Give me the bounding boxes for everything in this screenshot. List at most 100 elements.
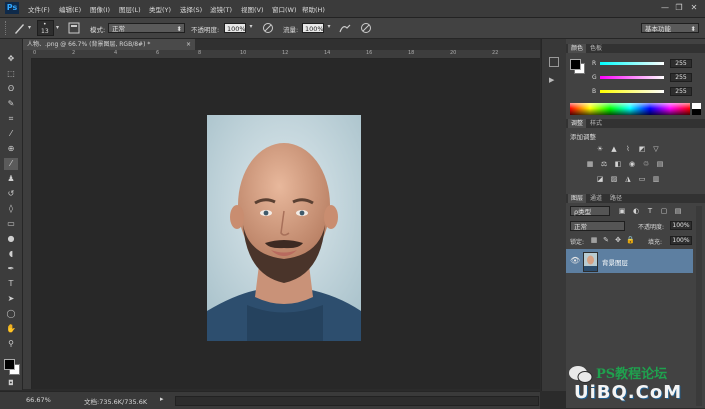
crop-tool-icon[interactable]: ⌗ xyxy=(4,113,18,125)
mode-select[interactable]: 正常 ⬍ xyxy=(108,23,185,33)
close-tab-icon[interactable]: × xyxy=(186,39,191,50)
black-white-icon[interactable]: ◧ xyxy=(614,160,622,168)
threshold-icon[interactable]: ◮ xyxy=(624,175,632,183)
channel-r-value[interactable]: 255 xyxy=(670,59,692,68)
photo-filter-icon[interactable]: ◉ xyxy=(628,160,636,168)
menu-help[interactable]: 帮助(H) xyxy=(302,4,325,14)
fill-value[interactable]: 100% xyxy=(670,236,692,245)
tab-layers[interactable]: 图层 xyxy=(568,194,587,203)
selective-color-icon[interactable]: ▥ xyxy=(652,175,660,183)
invert-icon[interactable]: ◪ xyxy=(596,175,604,183)
channel-r-slider[interactable] xyxy=(600,62,664,65)
close-window-button[interactable]: ✕ xyxy=(689,3,699,12)
exposure-icon[interactable]: ◩ xyxy=(638,145,646,153)
tab-styles[interactable]: 样式 xyxy=(590,119,602,128)
chevron-down-icon[interactable]: ▾ xyxy=(56,24,59,31)
tab-swatches[interactable]: 色板 xyxy=(590,44,602,53)
menu-view[interactable]: 视图(V) xyxy=(241,4,264,14)
ellipse-tool-icon[interactable]: ◯ xyxy=(4,308,18,320)
gradient-map-icon[interactable]: ▭ xyxy=(638,175,646,183)
tab-channels[interactable]: 通道 xyxy=(590,194,602,203)
lasso-tool-icon[interactable]: ʘ xyxy=(4,83,18,95)
tab-color[interactable]: 颜色 xyxy=(568,44,587,53)
posterize-icon[interactable]: ▨ xyxy=(610,175,618,183)
lock-position-icon[interactable]: ✥ xyxy=(614,236,622,244)
menu-file[interactable]: 文件(F) xyxy=(28,4,50,14)
channel-b-value[interactable]: 255 xyxy=(670,87,692,96)
layer-name[interactable]: 背景图层 xyxy=(602,257,628,267)
path-select-tool-icon[interactable]: ➤ xyxy=(4,293,18,305)
chevron-down-icon[interactable]: ▾ xyxy=(325,23,333,30)
gradient-tool-icon[interactable]: ▭ xyxy=(4,218,18,230)
channel-g-slider[interactable] xyxy=(600,76,664,79)
filter-shape-icon[interactable]: ▢ xyxy=(660,207,668,215)
channel-b-slider[interactable] xyxy=(600,90,664,93)
eyedropper-tool-icon[interactable]: ⁄ xyxy=(4,128,18,140)
tab-adjustments[interactable]: 调整 xyxy=(568,119,587,128)
brush-preset-picker[interactable]: • 13 xyxy=(37,20,54,36)
menu-layer[interactable]: 图层(L) xyxy=(119,4,141,14)
hand-tool-icon[interactable]: ✋ xyxy=(4,323,18,335)
channel-mixer-icon[interactable]: ♲ xyxy=(642,160,650,168)
eye-icon[interactable]: 👁 xyxy=(570,256,580,265)
restore-button[interactable]: ❐ xyxy=(674,3,684,12)
clone-stamp-tool-icon[interactable]: ♟ xyxy=(4,173,18,185)
brush-panel-icon[interactable] xyxy=(68,22,80,34)
pressure-size-icon[interactable] xyxy=(360,22,372,34)
flow-field[interactable]: 100% xyxy=(302,23,324,33)
actions-panel-icon[interactable]: ▶ xyxy=(549,75,559,85)
chevron-down-icon[interactable]: ▾ xyxy=(28,24,31,31)
chevron-down-icon[interactable]: ▾ xyxy=(247,23,255,30)
foreground-color-swatch[interactable] xyxy=(4,359,15,370)
spectrum-black-swatch[interactable] xyxy=(692,109,701,115)
horizontal-scrollbar[interactable] xyxy=(175,396,539,406)
filter-smart-object-icon[interactable]: ▤ xyxy=(674,207,682,215)
history-panel-icon[interactable] xyxy=(549,57,559,67)
workspace-select[interactable]: 基本功能 ⬍ xyxy=(641,23,699,33)
vibrance-icon[interactable]: ▽ xyxy=(652,145,660,153)
brush-tool-icon[interactable] xyxy=(12,21,26,35)
menu-window[interactable]: 窗口(W) xyxy=(272,4,297,14)
layer-opacity-value[interactable]: 100% xyxy=(670,221,692,230)
brightness-icon[interactable]: ☀ xyxy=(596,145,604,153)
menu-image[interactable]: 图像(I) xyxy=(90,4,110,14)
minimize-button[interactable]: — xyxy=(660,3,670,12)
filter-pixel-icon[interactable]: ▣ xyxy=(618,207,626,215)
layer-filter-select[interactable]: ρ类型 xyxy=(570,206,610,216)
move-tool-icon[interactable]: ✥ xyxy=(4,53,18,65)
color-balance-icon[interactable]: ⚖ xyxy=(600,160,608,168)
dodge-tool-icon[interactable]: ◖ xyxy=(4,248,18,260)
quick-select-tool-icon[interactable]: ✎ xyxy=(4,98,18,110)
pressure-opacity-icon[interactable] xyxy=(262,22,274,34)
menu-select[interactable]: 选择(S) xyxy=(180,4,202,14)
levels-icon[interactable]: ▲ xyxy=(610,145,618,153)
filter-type-icon[interactable]: T xyxy=(646,207,654,215)
lock-all-icon[interactable]: 🔒 xyxy=(626,236,635,244)
blur-tool-icon[interactable]: ● xyxy=(4,233,18,245)
curves-icon[interactable]: ⌇ xyxy=(624,145,632,153)
tab-paths[interactable]: 路径 xyxy=(610,194,622,203)
channel-g-value[interactable]: 255 xyxy=(670,73,692,82)
healing-brush-tool-icon[interactable]: ⊕ xyxy=(4,143,18,155)
airbrush-icon[interactable] xyxy=(338,22,352,34)
eraser-tool-icon[interactable]: ◊ xyxy=(4,203,18,215)
status-menu-arrow-icon[interactable]: ▸ xyxy=(160,395,164,403)
opacity-field[interactable]: 100% xyxy=(224,23,246,33)
filter-adjustment-icon[interactable]: ◐ xyxy=(632,207,640,215)
quick-mask-icon[interactable]: ◘ xyxy=(4,377,18,387)
zoom-tool-icon[interactable]: ⚲ xyxy=(4,338,18,350)
menu-filter[interactable]: 滤镜(T) xyxy=(210,4,232,14)
color-spectrum-bar[interactable] xyxy=(570,103,690,115)
lock-image-icon[interactable]: ✎ xyxy=(602,236,610,244)
hue-saturation-icon[interactable]: ▦ xyxy=(586,160,594,168)
type-tool-icon[interactable]: T xyxy=(4,278,18,290)
color-fg-swatch[interactable] xyxy=(570,59,581,70)
document-tab[interactable]: 人物、.png @ 66.7% (背景图层, RGB/8#) * × xyxy=(23,39,195,50)
history-brush-tool-icon[interactable]: ↺ xyxy=(4,188,18,200)
menu-edit[interactable]: 编辑(E) xyxy=(59,4,81,14)
layer-row[interactable]: 👁 背景图层 xyxy=(566,249,693,273)
color-lookup-icon[interactable]: ▤ xyxy=(656,160,664,168)
blend-mode-select[interactable]: 正常 xyxy=(570,221,625,231)
pen-tool-icon[interactable]: ✒ xyxy=(4,263,18,275)
zoom-level[interactable]: 66.67% xyxy=(26,396,51,404)
